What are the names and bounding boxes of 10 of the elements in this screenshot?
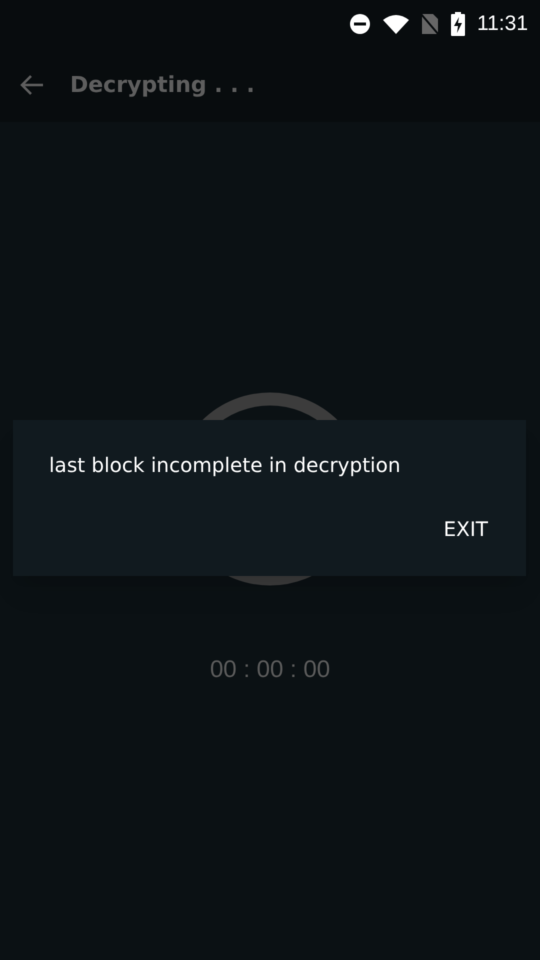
no-sim-icon xyxy=(421,13,439,35)
app-bar-title: Decrypting . . . xyxy=(70,72,255,100)
do-not-disturb-icon xyxy=(349,13,371,35)
exit-button[interactable]: EXIT xyxy=(436,510,496,548)
timer: 00 : 00 : 00 xyxy=(210,655,330,685)
battery-charging-icon xyxy=(451,12,465,36)
wifi-icon xyxy=(383,14,409,34)
status-time: 11:31 xyxy=(477,11,528,38)
dialog-message: last block incomplete in decryption xyxy=(49,452,402,479)
back-arrow-icon xyxy=(19,73,45,97)
